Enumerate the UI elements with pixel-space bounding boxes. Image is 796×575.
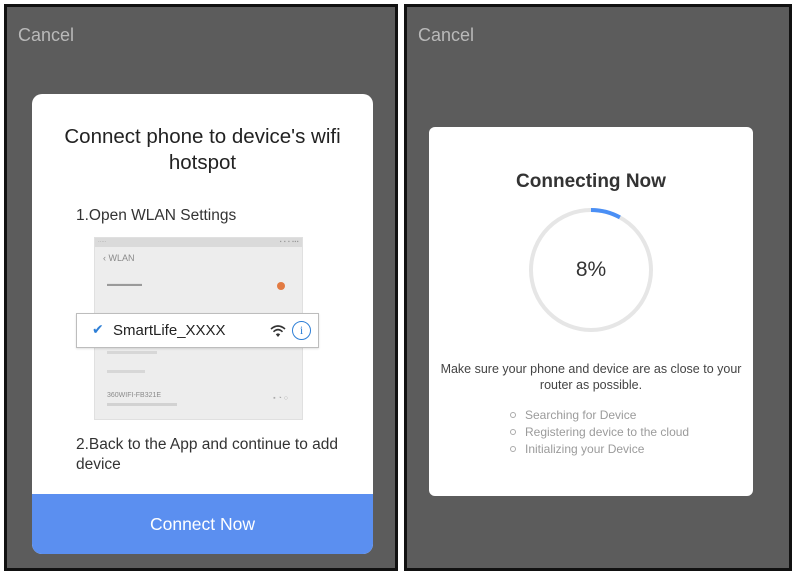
phone-status-bar: ····· ▪ ▪ ▪ ▪▪▪ bbox=[95, 238, 302, 247]
wifi-hotspot-dialog: Connect phone to device's wifi hotspot 1… bbox=[32, 94, 373, 554]
connect-now-button[interactable]: Connect Now bbox=[32, 494, 373, 554]
connection-step-item: Searching for Device bbox=[509, 407, 689, 424]
progress-percentage: 8% bbox=[575, 258, 607, 281]
cancel-button[interactable]: Cancel bbox=[18, 25, 74, 46]
placeholder-line bbox=[107, 403, 177, 406]
info-icon: i bbox=[292, 321, 311, 340]
placeholder-line bbox=[107, 351, 157, 354]
wlan-nav-title: ‹ WLAN bbox=[103, 253, 135, 263]
connecting-dialog: Connecting Now 8% Make sure your phone a… bbox=[429, 127, 753, 496]
wlan-toggle-icon bbox=[277, 282, 285, 290]
placeholder-line bbox=[107, 370, 145, 373]
network-name: SmartLife_XXXX bbox=[113, 322, 226, 339]
proximity-message: Make sure your phone and device are as c… bbox=[440, 362, 742, 392]
step-one-text: 1.Open WLAN Settings bbox=[76, 207, 237, 224]
connection-step-item: Initializing your Device bbox=[509, 441, 689, 458]
step-bullet-icon bbox=[510, 429, 516, 435]
cancel-button[interactable]: Cancel bbox=[418, 25, 474, 46]
other-network-name: 360WIFI-FB321E bbox=[107, 392, 162, 399]
right-screen: Cancel Connecting Now 8% Make sure your … bbox=[404, 4, 792, 571]
wlan-toggle-label: ▬▬▬▬▬ bbox=[107, 281, 142, 288]
step-two-text: 2.Back to the App and continue to add de… bbox=[76, 436, 338, 473]
step-bullet-icon bbox=[510, 412, 516, 418]
checkmark-icon: ✔ bbox=[92, 321, 104, 337]
highlighted-network-row: ✔ SmartLife_XXXX i bbox=[76, 313, 319, 348]
network-icons: ▪ ◔ ○ bbox=[273, 395, 288, 402]
connection-step-item: Registering device to the cloud bbox=[509, 424, 689, 441]
left-screen: Cancel Connect phone to device's wifi ho… bbox=[4, 4, 398, 571]
connecting-title: Connecting Now bbox=[516, 171, 666, 192]
wifi-signal-icon bbox=[270, 325, 286, 337]
step-bullet-icon bbox=[510, 446, 516, 452]
dialog-title: Connect phone to device's wifi hotspot bbox=[64, 125, 341, 174]
connection-steps-list: Searching for Device Registering device t… bbox=[509, 407, 689, 458]
